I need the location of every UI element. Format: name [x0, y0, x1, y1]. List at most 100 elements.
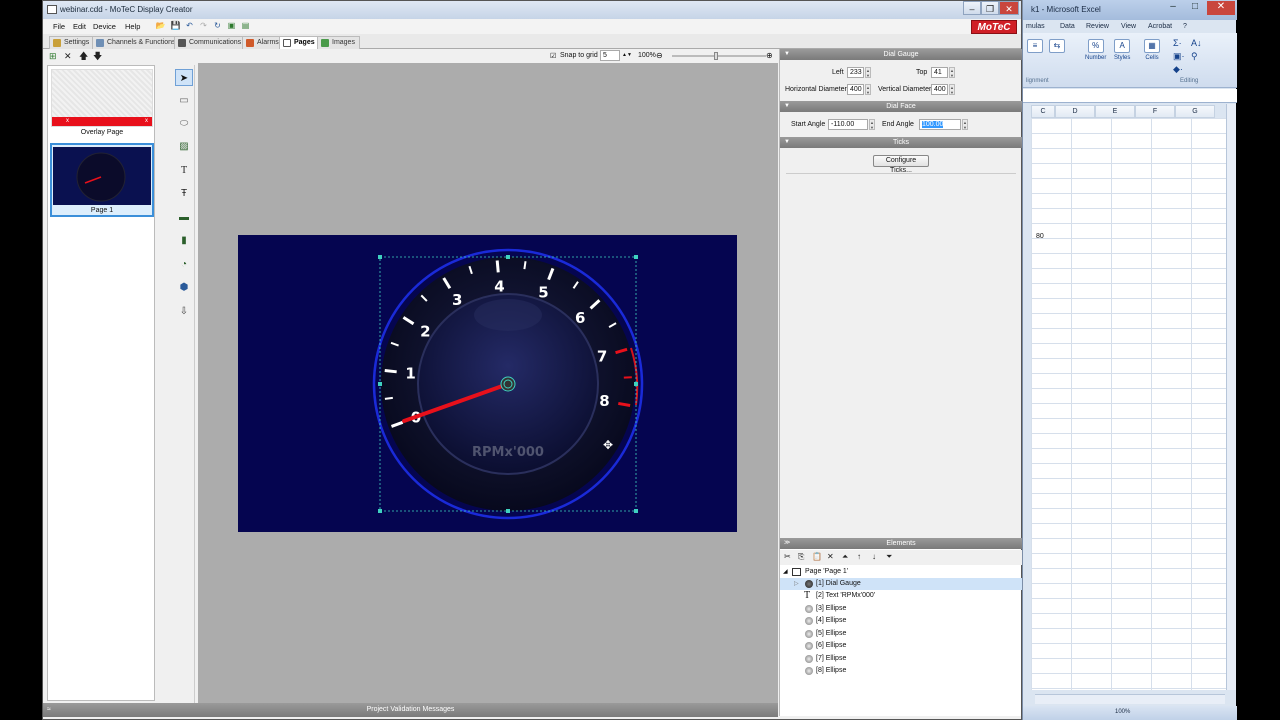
excel-tab-formulas[interactable]: mulas: [1026, 23, 1045, 30]
display-preview[interactable]: 012345678 RPMx'000 ✥: [238, 235, 737, 532]
import-tool-icon[interactable]: ⇩: [175, 303, 193, 320]
start-angle-spinner[interactable]: ▲ ▼: [869, 119, 875, 130]
left-spinner[interactable]: ▲ ▼: [865, 67, 871, 78]
spreadsheet-grid[interactable]: [1031, 118, 1227, 690]
validation-messages-bar[interactable]: ≈ Project Validation Messages: [43, 703, 778, 717]
move-down-icon[interactable]: 🡇: [93, 51, 102, 61]
end-angle-input[interactable]: 100.00: [919, 119, 961, 130]
excel-tab-view[interactable]: View: [1121, 23, 1136, 30]
left-input[interactable]: 233: [847, 67, 864, 78]
dial-gauge-tool-icon[interactable]: ◔: [175, 256, 193, 273]
page-thumb-page1[interactable]: Page 1: [50, 143, 154, 217]
expand-icon[interactable]: ≈: [47, 703, 51, 717]
close-icon[interactable]: ✕: [999, 1, 1019, 15]
element-item[interactable]: [7] Ellipse: [780, 653, 1022, 665]
cut-icon[interactable]: ✂: [784, 552, 791, 561]
editing-icons[interactable]: Σ· ▣· ◆·: [1173, 37, 1185, 76]
vertical-diameter-input[interactable]: 400: [931, 84, 948, 95]
paste-icon[interactable]: 📋: [812, 552, 822, 561]
column-header-g[interactable]: G: [1175, 105, 1215, 118]
text-tool-icon[interactable]: T: [175, 162, 193, 179]
wrap-icon[interactable]: ⇆: [1049, 39, 1065, 55]
elements-header[interactable]: ≫ Elements: [780, 538, 1022, 549]
move-down-icon[interactable]: ↓: [872, 552, 876, 561]
menu-device[interactable]: Device: [93, 22, 116, 31]
sort-filter-icon[interactable]: A↓ ⚲: [1191, 37, 1202, 63]
display-icon[interactable]: ▣: [226, 21, 237, 31]
vertical-bar-tool-icon[interactable]: ▮: [175, 232, 193, 249]
end-angle-spinner[interactable]: ▲ ▼: [962, 119, 968, 130]
monitor-icon[interactable]: ▤: [240, 21, 251, 31]
cells-button[interactable]: ▦ Cells: [1144, 39, 1160, 61]
excel-tab-data[interactable]: Data: [1060, 23, 1075, 30]
menu-help[interactable]: Help: [125, 22, 140, 31]
delete-icon[interactable]: ✕: [827, 552, 834, 561]
vertical-scrollbar[interactable]: [1226, 104, 1236, 690]
bar-tool-icon[interactable]: ▬: [175, 209, 193, 226]
ellipse-tool-icon[interactable]: ⬭: [175, 115, 193, 132]
excel-tab-review[interactable]: Review: [1086, 23, 1109, 30]
element-item[interactable]: [5] Ellipse: [780, 628, 1022, 640]
open-icon[interactable]: 📂: [155, 21, 166, 31]
zoom-out-icon[interactable]: ⊖: [656, 51, 663, 60]
configure-ticks-button[interactable]: Configure Ticks...: [873, 155, 929, 174]
help-icon[interactable]: ?: [1183, 23, 1187, 30]
expand-icon[interactable]: ▷: [794, 578, 799, 590]
cell-value[interactable]: 80: [1036, 233, 1044, 240]
dial-gauge[interactable]: 012345678 RPMx'000 ✥: [238, 235, 737, 532]
snap-value-input[interactable]: 5: [600, 50, 620, 61]
move-up-icon[interactable]: ↑: [857, 552, 861, 561]
tree-page-node[interactable]: ◢ Page 'Page 1': [780, 566, 1022, 578]
tab-channels[interactable]: Channels & Functions: [92, 36, 181, 49]
layer-tool-icon[interactable]: ⬢: [175, 279, 193, 296]
formula-bar[interactable]: [1023, 89, 1237, 103]
tab-settings[interactable]: Settings: [49, 36, 95, 49]
vdiam-spinner[interactable]: ▲ ▼: [949, 84, 955, 95]
column-header-f[interactable]: F: [1135, 105, 1175, 118]
pointer-tool-icon[interactable]: ➤: [175, 69, 193, 86]
excel-tab-acrobat[interactable]: Acrobat: [1148, 23, 1172, 30]
column-header-d[interactable]: D: [1055, 105, 1095, 118]
image-tool-icon[interactable]: ▨: [175, 138, 193, 155]
styles-button[interactable]: A Styles: [1114, 39, 1130, 61]
value-text-tool-icon[interactable]: Ŧ: [175, 185, 193, 202]
zoom-slider-thumb[interactable]: [714, 52, 718, 60]
element-item[interactable]: ▷ [1] Dial Gauge: [780, 578, 1022, 590]
rectangle-tool-icon[interactable]: ▭: [175, 92, 193, 109]
alignment-icons[interactable]: ≡: [1027, 39, 1043, 55]
copy-icon[interactable]: ⎘: [798, 552, 804, 562]
snap-spinner-icon[interactable]: ▲▼: [622, 52, 632, 58]
tab-pages[interactable]: Pages: [279, 36, 320, 50]
section-dial-face[interactable]: ▼ Dial Face: [780, 101, 1022, 112]
zoom-slider[interactable]: [672, 55, 766, 57]
section-ticks[interactable]: ▼ Ticks: [780, 137, 1022, 148]
refresh-icon[interactable]: ↻: [212, 21, 223, 31]
undo-icon[interactable]: ↶: [184, 21, 195, 31]
move-up-icon[interactable]: 🡅: [79, 51, 88, 61]
element-item[interactable]: [8] Ellipse: [780, 665, 1022, 677]
horizontal-diameter-input[interactable]: 400: [847, 84, 864, 95]
snap-checkbox[interactable]: ☑: [550, 52, 556, 60]
tab-communications[interactable]: Communications: [174, 36, 247, 49]
bring-to-front-icon[interactable]: ⏶: [842, 552, 848, 562]
tab-alarms[interactable]: Alarms: [242, 36, 284, 49]
menu-file[interactable]: File: [53, 22, 65, 31]
element-item[interactable]: T [2] Text 'RPMx'000': [780, 590, 1022, 602]
zoom-in-icon[interactable]: ⊕: [766, 51, 773, 60]
save-icon[interactable]: 💾: [170, 21, 181, 31]
top-input[interactable]: 41: [931, 67, 948, 78]
column-header-e[interactable]: E: [1095, 105, 1135, 118]
start-angle-input[interactable]: -110.00: [828, 119, 868, 130]
top-spinner[interactable]: ▲ ▼: [949, 67, 955, 78]
hdiam-spinner[interactable]: ▲ ▼: [865, 84, 871, 95]
element-item[interactable]: [3] Ellipse: [780, 603, 1022, 615]
number-button[interactable]: % Number: [1085, 39, 1106, 61]
horizontal-scrollbar[interactable]: [1035, 694, 1225, 704]
section-dial-gauge[interactable]: ▼ Dial Gauge: [780, 49, 1022, 60]
element-item[interactable]: [4] Ellipse: [780, 615, 1022, 627]
add-page-icon[interactable]: ⊞: [49, 51, 57, 61]
page-thumb-overlay[interactable]: xx Overlay Page: [50, 68, 154, 136]
restore-icon[interactable]: ❐: [981, 1, 999, 15]
menu-edit[interactable]: Edit: [73, 22, 86, 31]
close-icon[interactable]: ✕: [1207, 1, 1235, 15]
